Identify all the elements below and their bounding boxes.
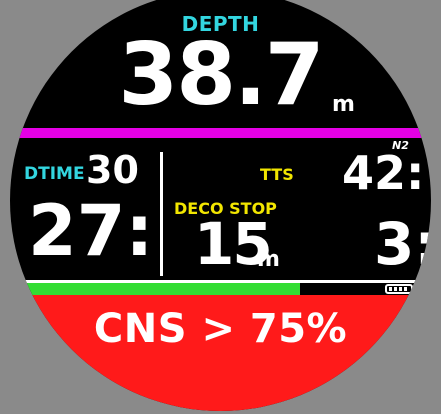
depth-unit: m — [332, 92, 355, 117]
battery-icon — [385, 284, 415, 294]
tissue-saturation-bar — [10, 128, 431, 138]
dive-time-label: DTIME — [24, 164, 85, 184]
dive-computer-frame: DEPTH 38.7 m N2 DTIME 30 27: TTS 42: DEC… — [0, 0, 441, 414]
gas-level-bar — [10, 283, 300, 295]
cns-warning-text: CNS > 75% — [93, 306, 348, 352]
depth-value: 38.7 — [118, 25, 324, 125]
dive-computer-screen: DEPTH 38.7 m N2 DTIME 30 27: TTS 42: DEC… — [10, 0, 431, 411]
tts-label: TTS — [260, 165, 294, 184]
vertical-divider — [160, 152, 163, 276]
dive-time-value: 30 — [86, 148, 139, 192]
tts-value: 42: — [342, 146, 425, 200]
deco-stop-time: 3: — [374, 210, 431, 278]
ndl-value: 27: — [28, 190, 154, 272]
deco-stop-unit: m — [257, 247, 280, 272]
